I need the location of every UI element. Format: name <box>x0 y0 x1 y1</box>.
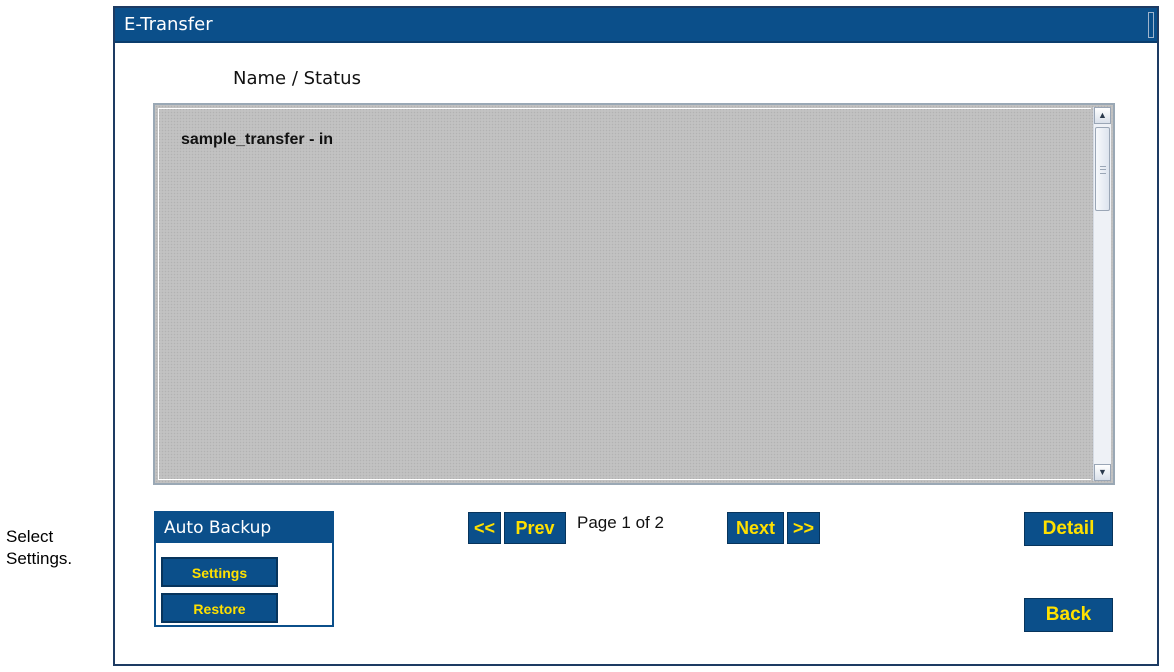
title-bar-edge <box>1148 12 1154 38</box>
last-page-button[interactable]: >> <box>787 512 820 544</box>
listbox-content: sample_transfer - in <box>158 108 1091 480</box>
scroll-up-icon[interactable]: ▲ <box>1094 107 1111 124</box>
next-page-button[interactable]: Next <box>727 512 784 544</box>
page-indicator: Page 1 of 2 <box>577 513 664 532</box>
e-transfer-window: E-Transfer Name / Status sample_transfer… <box>113 6 1159 666</box>
detail-button[interactable]: Detail <box>1024 512 1113 546</box>
list-scrollbar[interactable]: ▲ ▼ <box>1093 107 1111 481</box>
list-column-heading: Name / Status <box>233 68 361 89</box>
backup-settings-button[interactable]: Settings <box>161 557 278 587</box>
scroll-down-icon[interactable]: ▼ <box>1094 464 1111 481</box>
auto-backup-panel: Auto Backup Settings Restore <box>154 511 334 627</box>
callout-line-2: Settings. <box>6 549 73 568</box>
auto-backup-title: Auto Backup <box>156 513 332 543</box>
scroll-thumb[interactable] <box>1095 127 1110 211</box>
screenshot-stage: Select Settings. E-Transfer Name / Statu… <box>0 0 1174 672</box>
back-button[interactable]: Back <box>1024 598 1113 632</box>
list-item[interactable]: sample_transfer - in <box>181 131 333 149</box>
title-bar: E-Transfer <box>115 8 1157 43</box>
first-page-button[interactable]: << <box>468 512 501 544</box>
thumb-grip-icon <box>1100 166 1106 174</box>
backup-restore-button[interactable]: Restore <box>161 593 278 623</box>
callout-line-1: Select <box>6 527 54 546</box>
prev-page-button[interactable]: Prev <box>504 512 566 544</box>
transfer-listbox[interactable]: sample_transfer - in ▲ ▼ <box>153 103 1115 485</box>
instruction-callout: Select Settings. <box>6 526 106 570</box>
window-title: E-Transfer <box>124 14 213 35</box>
